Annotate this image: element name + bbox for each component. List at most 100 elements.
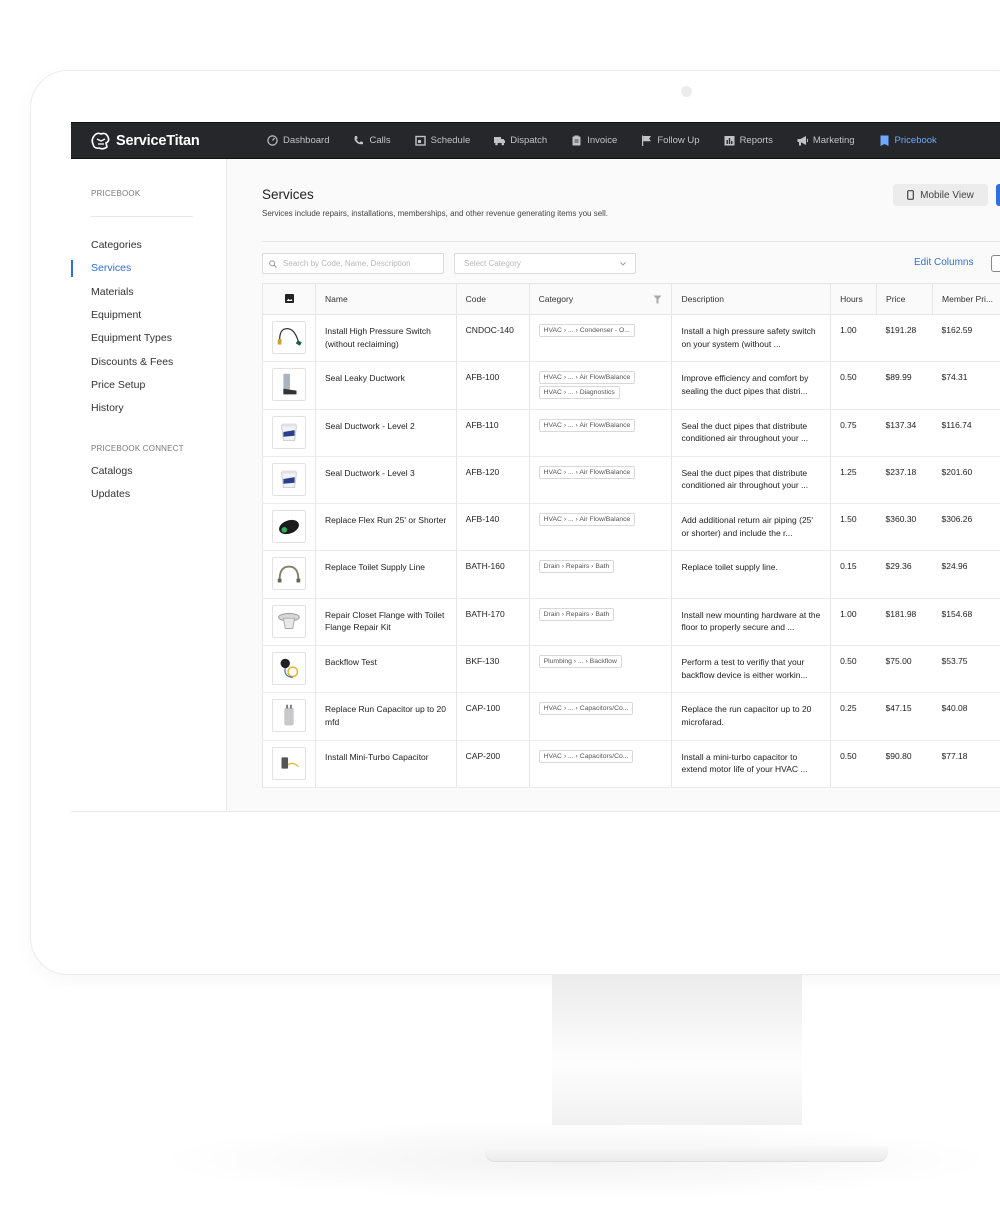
- sidebar-item-updates[interactable]: Updates: [91, 488, 130, 500]
- thumbnail-cell: [262, 456, 316, 505]
- category-tag[interactable]: HVAC › ... › Air Flow/Balance: [538, 465, 636, 479]
- camera-dot: [681, 86, 692, 97]
- filter-icon[interactable]: [653, 295, 662, 304]
- service-name[interactable]: Backflow Test: [315, 645, 457, 694]
- sidebar-item-materials[interactable]: Materials: [91, 286, 134, 298]
- category-tag[interactable]: Drain › Repairs › Bath: [538, 607, 615, 621]
- category-tag[interactable]: HVAC › ... › Capacitors/Co...: [538, 702, 634, 716]
- primary-action-button[interactable]: [996, 184, 1000, 206]
- bar-chart-icon: [724, 136, 735, 146]
- service-name[interactable]: Seal Ductwork - Level 3: [315, 456, 457, 505]
- servicetitan-logo[interactable]: ServiceTitan: [91, 132, 267, 150]
- service-name[interactable]: Seal Ductwork - Level 2: [315, 409, 457, 457]
- service-description: Install a mini-turbo capacitor to extend…: [671, 740, 832, 788]
- sidebar-item-services[interactable]: Services: [91, 262, 131, 274]
- product-thumbnail[interactable]: [272, 462, 306, 496]
- edit-columns-link[interactable]: Edit Columns: [914, 257, 973, 268]
- sidebar-item-catalogs[interactable]: Catalogs: [91, 465, 132, 477]
- product-thumbnail[interactable]: [272, 321, 306, 354]
- category-tag[interactable]: HVAC › ... › Air Flow/Balance: [538, 418, 636, 432]
- mobile-phone-icon: [907, 190, 915, 200]
- column-header-code[interactable]: Code: [456, 283, 530, 315]
- service-code: BKF-130: [456, 645, 530, 694]
- product-thumbnail[interactable]: [272, 746, 306, 780]
- column-header-description[interactable]: Description: [671, 283, 832, 315]
- product-thumbnail[interactable]: [272, 510, 306, 544]
- search-placeholder: Search by Code, Name, Description: [283, 259, 411, 268]
- service-name[interactable]: Replace Toilet Supply Line: [315, 550, 457, 599]
- nav-item-dispatch[interactable]: Dispatch: [494, 135, 547, 146]
- thumbnail-cell: [262, 361, 316, 410]
- service-category: Drain › Repairs › Bath: [529, 550, 673, 599]
- service-name[interactable]: Repair Closet Flange with Toilet Flange …: [315, 598, 457, 647]
- product-thumbnail[interactable]: [272, 557, 306, 591]
- service-member-price: $162.59: [932, 314, 1000, 363]
- mobile-view-button[interactable]: Mobile View: [893, 184, 988, 206]
- table-row[interactable]: Seal Leaky Ductwork AFB-100 HVAC › ... ›…: [262, 361, 1000, 410]
- ductwork-tool-image-icon: [283, 373, 297, 395]
- sidebar-item-price-setup[interactable]: Price Setup: [91, 379, 145, 391]
- sidebar-connect-heading: PRICEBOOK CONNECT: [91, 444, 184, 453]
- sidebar-item-history[interactable]: History: [91, 402, 124, 414]
- service-hours: 1.00: [830, 598, 877, 647]
- column-header-member-price[interactable]: Member Pri...: [932, 283, 1000, 315]
- column-header-price[interactable]: Price: [876, 283, 934, 315]
- service-code: AFB-140: [456, 503, 530, 552]
- table-row[interactable]: Replace Flex Run 25' or Shorter AFB-140 …: [262, 503, 1000, 552]
- product-thumbnail[interactable]: [272, 415, 306, 449]
- sidebar-item-categories[interactable]: Categories: [91, 239, 142, 251]
- service-name[interactable]: Install High Pressure Switch (without re…: [315, 314, 457, 363]
- category-tag[interactable]: Plumbing › ... › Backflow: [538, 655, 622, 669]
- sidebar-item-equipment[interactable]: Equipment: [91, 309, 141, 321]
- service-name[interactable]: Seal Leaky Ductwork: [315, 361, 457, 410]
- sidebar-item-equipment-types[interactable]: Equipment Types: [91, 332, 172, 344]
- table-row[interactable]: Repair Closet Flange with Toilet Flange …: [262, 598, 1000, 647]
- table-body: Install High Pressure Switch (without re…: [262, 314, 1000, 788]
- category-tag[interactable]: HVAC › ... › Capacitors/Co...: [538, 749, 634, 763]
- column-header-category[interactable]: Category: [529, 283, 673, 315]
- category-tag[interactable]: HVAC › ... › Condenser - O...: [538, 324, 635, 337]
- nav-item-label: Dispatch: [510, 135, 548, 146]
- nav-item-dashboard[interactable]: Dashboard: [267, 135, 329, 146]
- service-name[interactable]: Replace Flex Run 25' or Shorter: [315, 503, 457, 552]
- service-code: BATH-160: [456, 550, 530, 599]
- category-tag[interactable]: HVAC › ... › Air Flow/Balance: [538, 513, 636, 527]
- product-thumbnail[interactable]: [272, 368, 306, 402]
- service-description: Install a high pressure safety switch on…: [671, 314, 832, 363]
- nav-item-reports[interactable]: Reports: [724, 135, 773, 146]
- category-tag[interactable]: HVAC › ... › Diagnostics: [538, 386, 620, 400]
- nav-item-marketing[interactable]: Marketing: [797, 135, 855, 146]
- column-header-image[interactable]: [262, 283, 316, 315]
- product-thumbnail[interactable]: [272, 604, 306, 638]
- category-tag[interactable]: HVAC › ... › Air Flow/Balance: [538, 371, 636, 385]
- service-category: HVAC › ... › Air Flow/Balance: [529, 456, 673, 505]
- table-header-row: Name Code Category Description Hours Pri…: [262, 283, 1000, 315]
- search-input[interactable]: Search by Code, Name, Description: [262, 253, 444, 274]
- table-row[interactable]: Replace Toilet Supply Line BATH-160 Drai…: [262, 550, 1000, 599]
- column-header-name[interactable]: Name: [315, 283, 457, 315]
- product-thumbnail[interactable]: [272, 699, 306, 733]
- table-row[interactable]: Install High Pressure Switch (without re…: [262, 314, 1000, 363]
- service-name[interactable]: Install Mini-Turbo Capacitor: [315, 740, 457, 788]
- table-row[interactable]: Seal Ductwork - Level 3 AFB-120 HVAC › .…: [262, 456, 1000, 505]
- nav-item-invoice[interactable]: Invoice: [571, 135, 617, 146]
- table-row[interactable]: Seal Ductwork - Level 2 AFB-110 HVAC › .…: [262, 409, 1000, 457]
- table-row[interactable]: Backflow Test BKF-130 Plumbing › ... › B…: [262, 645, 1000, 694]
- category-tag[interactable]: Drain › Repairs › Bath: [538, 560, 615, 574]
- category-select[interactable]: Select Category: [454, 253, 636, 274]
- nav-item-schedule[interactable]: Schedule: [414, 135, 470, 146]
- book-icon: [880, 135, 889, 146]
- nav-item-calls[interactable]: Calls: [353, 135, 391, 146]
- service-description: Add additional return air piping (25' or…: [671, 503, 832, 552]
- column-header-hours[interactable]: Hours: [830, 283, 878, 315]
- nav-item-label: Dashboard: [283, 135, 330, 146]
- table-row[interactable]: Install Mini-Turbo Capacitor CAP-200 HVA…: [262, 740, 1000, 788]
- service-name[interactable]: Replace Run Capacitor up to 20 mfd: [315, 692, 457, 741]
- sidebar-item-discounts-fees[interactable]: Discounts & Fees: [91, 356, 173, 368]
- table-row[interactable]: Replace Run Capacitor up to 20 mfd CAP-1…: [262, 692, 1000, 741]
- service-member-price: $201.60: [932, 456, 1000, 505]
- product-thumbnail[interactable]: [272, 652, 306, 686]
- nav-item-follow-up[interactable]: Follow Up: [641, 135, 700, 146]
- nav-item-pricebook[interactable]: Pricebook: [879, 135, 937, 146]
- select-all-checkbox[interactable]: [991, 255, 1000, 272]
